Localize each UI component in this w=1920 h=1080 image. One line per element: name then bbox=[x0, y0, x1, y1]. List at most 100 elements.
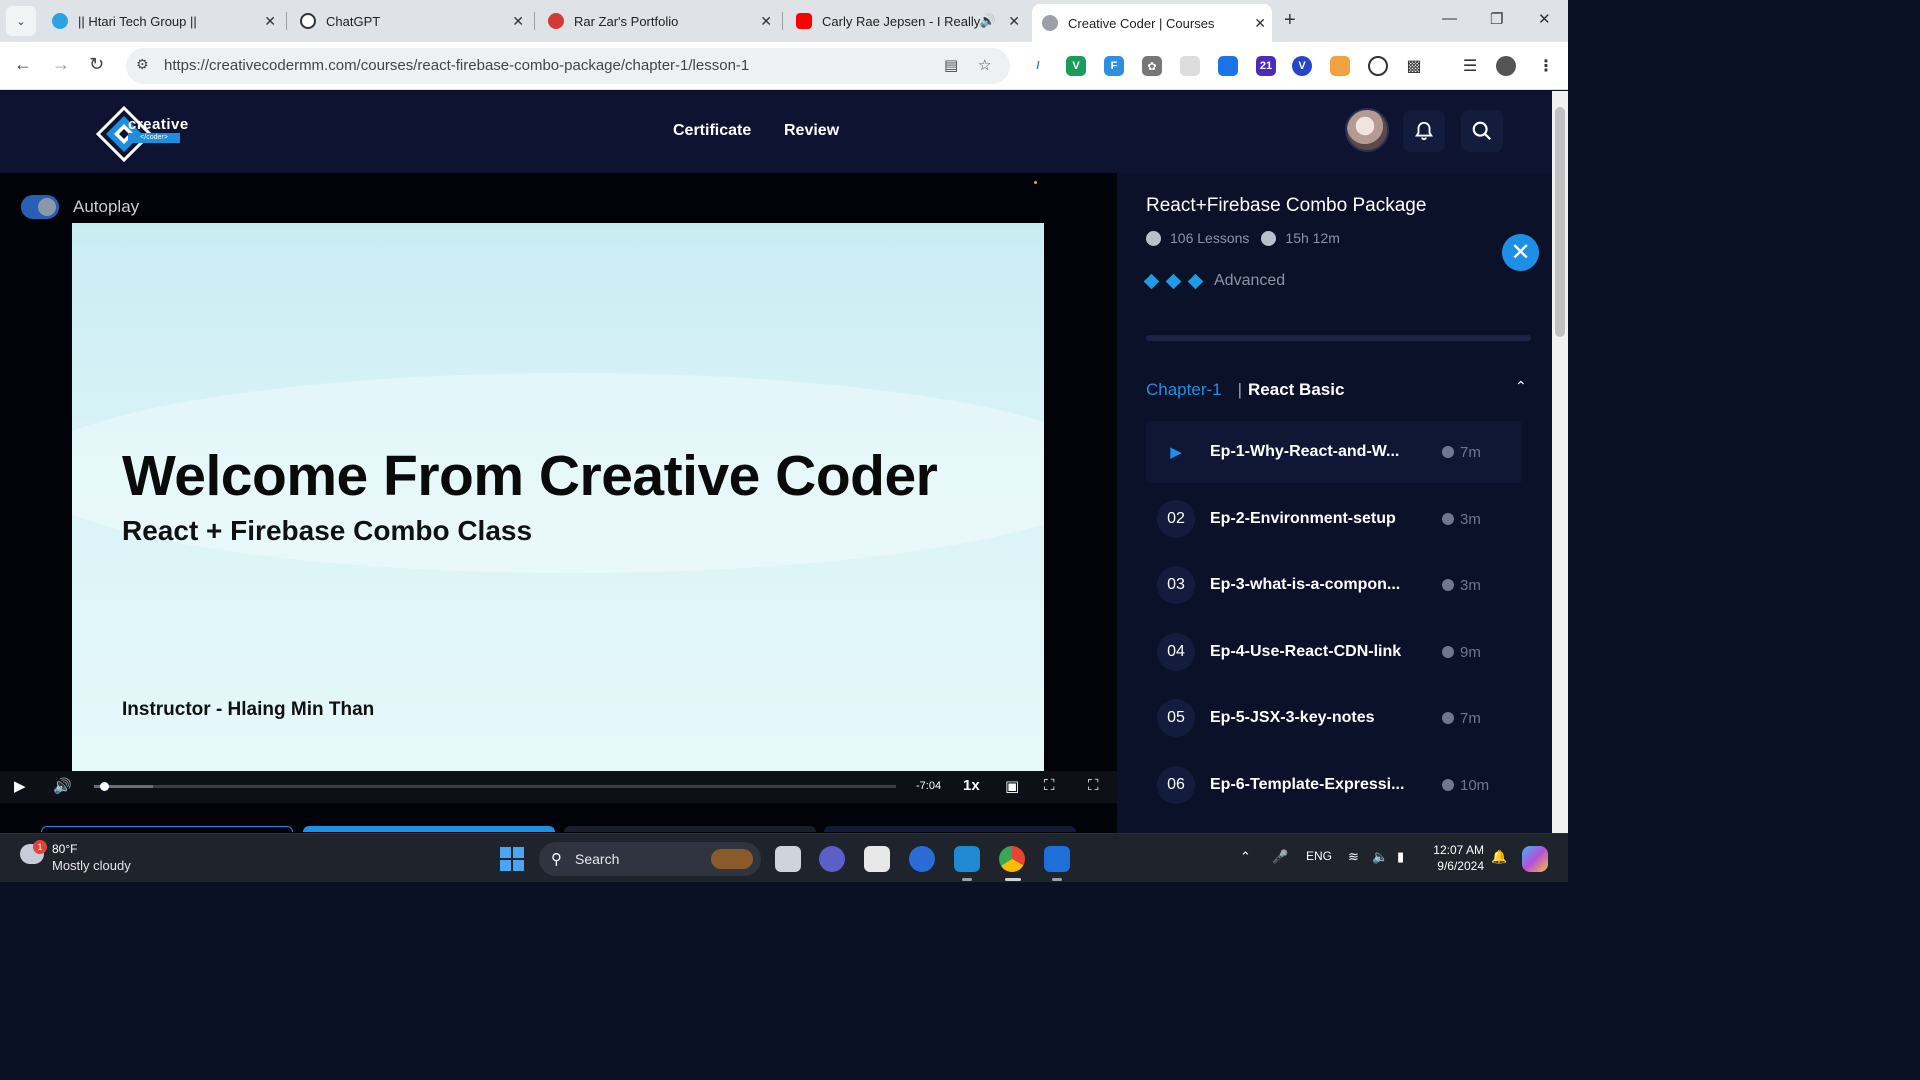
language-indicator[interactable]: ENG bbox=[1306, 849, 1332, 863]
copilot-icon[interactable] bbox=[1522, 846, 1548, 872]
install-app-icon[interactable]: ▤ bbox=[944, 56, 958, 74]
word-icon[interactable] bbox=[909, 846, 935, 872]
vscode-icon[interactable] bbox=[954, 846, 980, 872]
close-icon[interactable]: ✕ bbox=[264, 13, 276, 30]
search-icon bbox=[1472, 121, 1492, 141]
volume-icon[interactable]: 🔈 bbox=[1372, 849, 1388, 865]
battery-icon[interactable]: ▮ bbox=[1397, 849, 1404, 865]
bookmark-star-icon[interactable]: ☆ bbox=[978, 56, 991, 74]
taskbar-search[interactable]: ⚲ Search bbox=[539, 842, 761, 876]
vpn-extension-icon[interactable]: V bbox=[1292, 56, 1312, 76]
speaker-icon[interactable]: 🔊 bbox=[980, 13, 996, 29]
notification-button[interactable] bbox=[1403, 110, 1445, 152]
url-text[interactable]: https://creativecodermm.com/courses/reac… bbox=[164, 57, 749, 74]
teams-icon[interactable] bbox=[819, 846, 845, 872]
docs-extension-icon[interactable] bbox=[1218, 56, 1238, 76]
lesson-item[interactable]: 06 Ep-6-Template-Expressi... 10m bbox=[1146, 754, 1522, 816]
extensions-puzzle-icon[interactable]: ▩ bbox=[1404, 56, 1424, 76]
level-diamond-icon bbox=[1143, 273, 1160, 289]
video-frame[interactable]: Welcome From Creative Coder React + Fire… bbox=[72, 223, 1044, 771]
address-bar[interactable]: ⚙ https://creativecodermm.com/courses/re… bbox=[126, 48, 1010, 84]
content-tab[interactable] bbox=[564, 826, 816, 832]
lessons-count: 106 Lessons bbox=[1170, 230, 1250, 246]
scrollbar-thumb[interactable] bbox=[1555, 107, 1565, 337]
microphone-icon[interactable]: 🎤 bbox=[1272, 849, 1288, 865]
lesson-title: Ep-5-JSX-3-key-notes bbox=[1210, 709, 1375, 726]
content-tab-active[interactable] bbox=[303, 826, 555, 832]
chapter-header[interactable]: Chapter-1 | React Basic bbox=[1146, 380, 1344, 400]
weather-temperature[interactable]: 80°F bbox=[52, 842, 77, 856]
seek-handle[interactable] bbox=[100, 782, 110, 791]
app-running-indicator bbox=[1052, 878, 1062, 881]
weather-condition[interactable]: Mostly cloudy bbox=[52, 858, 131, 873]
lesson-item-active[interactable]: ▶ Ep-1-Why-React-and-W... 7m bbox=[1146, 421, 1522, 483]
close-icon[interactable]: ✕ bbox=[1008, 13, 1020, 30]
browser-tab[interactable]: || Htari Tech Group || ✕ bbox=[42, 6, 282, 36]
close-icon: ✕ bbox=[1510, 239, 1531, 266]
chrome-icon[interactable] bbox=[999, 846, 1025, 872]
autoplay-toggle[interactable] bbox=[21, 195, 59, 219]
browser-tab[interactable]: Carly Rae Jepsen - I Really 🔊 ✕ bbox=[786, 6, 1026, 36]
new-tab-button[interactable]: + bbox=[1284, 9, 1296, 32]
play-icon[interactable]: ▶ bbox=[14, 777, 26, 795]
nav-certificate[interactable]: Certificate bbox=[673, 122, 751, 140]
clock-icon bbox=[1442, 579, 1454, 591]
volume-icon[interactable]: 🔊 bbox=[53, 777, 72, 795]
back-button[interactable]: ← bbox=[14, 54, 32, 75]
avatar[interactable] bbox=[1345, 108, 1389, 152]
lesson-item[interactable]: 02 Ep-2-Environment-setup 3m bbox=[1146, 488, 1522, 550]
profile-avatar-icon[interactable] bbox=[1496, 56, 1516, 76]
file-explorer-icon[interactable] bbox=[775, 846, 801, 872]
lesson-item[interactable]: 04 Ep-4-Use-React-CDN-link 9m bbox=[1146, 621, 1522, 683]
lesson-item[interactable]: 03 Ep-3-what-is-a-compon... 3m bbox=[1146, 554, 1522, 616]
picture-in-picture-icon[interactable]: ▣ bbox=[1005, 777, 1019, 795]
close-icon[interactable]: ✕ bbox=[760, 13, 772, 30]
browser-tab[interactable]: ChatGPT ✕ bbox=[290, 6, 530, 36]
forward-button[interactable]: → bbox=[52, 54, 70, 75]
defender-icon[interactable] bbox=[1044, 846, 1070, 872]
media-control-icon[interactable]: ☰ bbox=[1460, 56, 1480, 76]
content-tab-outline[interactable] bbox=[41, 826, 293, 832]
fullscreen-icon[interactable]: ⛶ bbox=[1088, 777, 1099, 794]
window-close-button[interactable]: ✕ bbox=[1538, 10, 1551, 28]
page-scrollbar[interactable] bbox=[1552, 91, 1568, 833]
close-sidebar-button[interactable]: ✕ bbox=[1502, 234, 1539, 271]
browser-menu-icon[interactable]: ⋮ bbox=[1536, 56, 1556, 76]
divider bbox=[1146, 335, 1531, 341]
chevron-up-icon[interactable]: ⌃ bbox=[1240, 849, 1251, 865]
close-icon[interactable]: ✕ bbox=[1254, 15, 1266, 32]
site-info-icon[interactable]: ⚙ bbox=[136, 56, 149, 73]
circle-extension-icon[interactable] bbox=[1368, 56, 1388, 76]
pen-extension-icon[interactable]: / bbox=[1028, 56, 1048, 76]
clock-icon bbox=[1442, 646, 1454, 658]
restore-button[interactable]: ❐ bbox=[1490, 10, 1503, 28]
vue-extension-icon[interactable]: V bbox=[1066, 56, 1086, 76]
chevron-up-icon[interactable]: ⌃ bbox=[1515, 378, 1527, 395]
font-extension-icon[interactable]: F bbox=[1104, 56, 1124, 76]
lesson-duration-text: 7m bbox=[1460, 709, 1481, 727]
system-clock[interactable]: 12:07 AM 9/6/2024 bbox=[1428, 842, 1484, 874]
theater-mode-icon[interactable]: ⛶ bbox=[1044, 777, 1055, 794]
orange-extension-icon[interactable] bbox=[1330, 56, 1350, 76]
minimize-button[interactable]: — bbox=[1442, 10, 1457, 27]
reload-button[interactable]: ↻ bbox=[89, 54, 104, 75]
seek-bar[interactable] bbox=[94, 782, 896, 791]
wifi-icon[interactable]: ≋ bbox=[1348, 849, 1359, 865]
blank-extension-icon[interactable] bbox=[1180, 56, 1200, 76]
playback-speed-button[interactable]: 1x bbox=[963, 777, 980, 794]
app-active-indicator bbox=[1005, 878, 1021, 881]
browser-tab[interactable]: Rar Zar's Portfolio ✕ bbox=[538, 6, 778, 36]
tab-search-button[interactable]: ⌄ bbox=[6, 6, 36, 36]
search-button[interactable] bbox=[1461, 110, 1503, 152]
lesson-item[interactable]: 05 Ep-5-JSX-3-key-notes 7m bbox=[1146, 687, 1522, 749]
badge-extension-icon[interactable]: 21 bbox=[1256, 56, 1276, 76]
nav-review[interactable]: Review bbox=[784, 122, 839, 140]
tab-title: || Htari Tech Group || bbox=[78, 13, 197, 29]
close-icon[interactable]: ✕ bbox=[512, 13, 524, 30]
browser-tab-active[interactable]: Creative Coder | Courses ✕ bbox=[1032, 4, 1272, 42]
puzzle-extension-icon[interactable]: ✿ bbox=[1142, 56, 1162, 76]
notification-bell-icon[interactable]: 🔔 bbox=[1491, 849, 1507, 865]
content-tab[interactable] bbox=[824, 826, 1076, 832]
unity-icon[interactable] bbox=[864, 846, 890, 872]
windows-start-icon[interactable] bbox=[500, 847, 524, 871]
